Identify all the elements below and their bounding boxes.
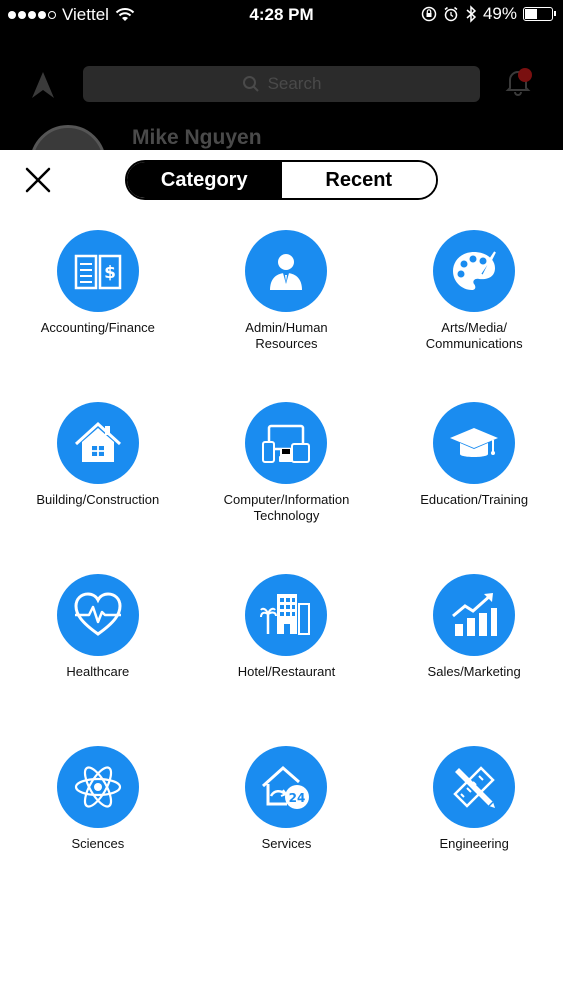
battery-percent: 49%	[482, 4, 517, 23]
atom-icon	[56, 746, 139, 828]
category-services[interactable]: 24 Services	[188, 746, 376, 918]
category-healthcare[interactable]: Healthcare	[0, 574, 188, 746]
category-label: Hotel/Restaurant	[237, 664, 336, 679]
category-label: Education/Training	[420, 492, 529, 507]
close-icon	[25, 167, 51, 193]
category-label: Healthcare	[66, 664, 130, 679]
category-label: Accounting/Finance	[40, 320, 155, 335]
status-right: 49%	[421, 4, 556, 24]
category-label: Sciences	[71, 836, 125, 851]
user-name: Mike Nguyen	[132, 126, 262, 149]
category-grid: $ Accounting/Finance Admin/Human Resourc…	[0, 230, 563, 918]
background-search-bar: Search	[83, 66, 480, 102]
category-sciences[interactable]: Sciences	[0, 746, 188, 918]
search-icon	[242, 76, 259, 92]
category-building-construction[interactable]: Building/Construction	[0, 402, 188, 574]
tab-category[interactable]: Category	[127, 162, 282, 198]
orientation-lock-icon	[421, 6, 437, 22]
bluetooth-icon	[466, 5, 477, 23]
category-accounting-finance[interactable]: $ Accounting/Finance	[0, 230, 188, 402]
category-label: Services	[261, 836, 312, 851]
category-label: Computer/Information Technology	[223, 492, 350, 523]
svg-text:24: 24	[289, 791, 306, 805]
category-label: Building/Construction	[36, 492, 160, 507]
category-label: Engineering	[439, 836, 509, 851]
ledger-dollar-icon: $	[56, 230, 139, 312]
alarm-icon	[444, 6, 458, 22]
notification-badge	[518, 68, 532, 82]
ruler-pencil-icon	[433, 746, 516, 828]
category-education-training[interactable]: Education/Training	[375, 402, 563, 574]
battery-icon	[523, 7, 556, 21]
svg-text:$: $	[104, 263, 116, 283]
background-app-header: Search Mike Nguyen	[0, 30, 563, 201]
category-computer-information-technology[interactable]: Computer/Information Technology	[188, 402, 376, 574]
status-bar: Viettel 4:28 PM 49%	[0, 0, 563, 30]
category-hotel-restaurant[interactable]: Hotel/Restaurant	[188, 574, 376, 746]
battery-fill	[525, 9, 537, 19]
category-sales-marketing[interactable]: Sales/Marketing	[375, 574, 563, 746]
palette-brush-icon	[433, 230, 516, 312]
category-admin-human-resources[interactable]: Admin/Human Resources	[188, 230, 376, 402]
tab-recent[interactable]: Recent	[281, 162, 436, 198]
hotel-palm-icon	[245, 574, 328, 656]
close-button[interactable]	[22, 164, 54, 196]
category-label: Arts/Media/ Communications	[425, 320, 523, 351]
category-sheet: Category Recent $ Accounting/Finance Adm…	[0, 150, 563, 1000]
person-suit-icon	[245, 230, 328, 312]
growth-chart-icon	[433, 574, 516, 656]
app-logo-icon	[32, 72, 54, 98]
category-label: Sales/Marketing	[427, 664, 521, 679]
search-placeholder: Search	[267, 74, 322, 93]
tab-switcher: Category Recent	[125, 160, 438, 200]
devices-icon	[245, 402, 328, 484]
heart-pulse-icon	[56, 574, 139, 656]
category-engineering[interactable]: Engineering	[375, 746, 563, 918]
house-24h-icon: 24	[245, 746, 328, 828]
category-label: Admin/Human Resources	[245, 320, 328, 351]
category-arts-media-communications[interactable]: Arts/Media/ Communications	[375, 230, 563, 402]
graduation-cap-icon	[433, 402, 516, 484]
house-icon	[56, 402, 139, 484]
